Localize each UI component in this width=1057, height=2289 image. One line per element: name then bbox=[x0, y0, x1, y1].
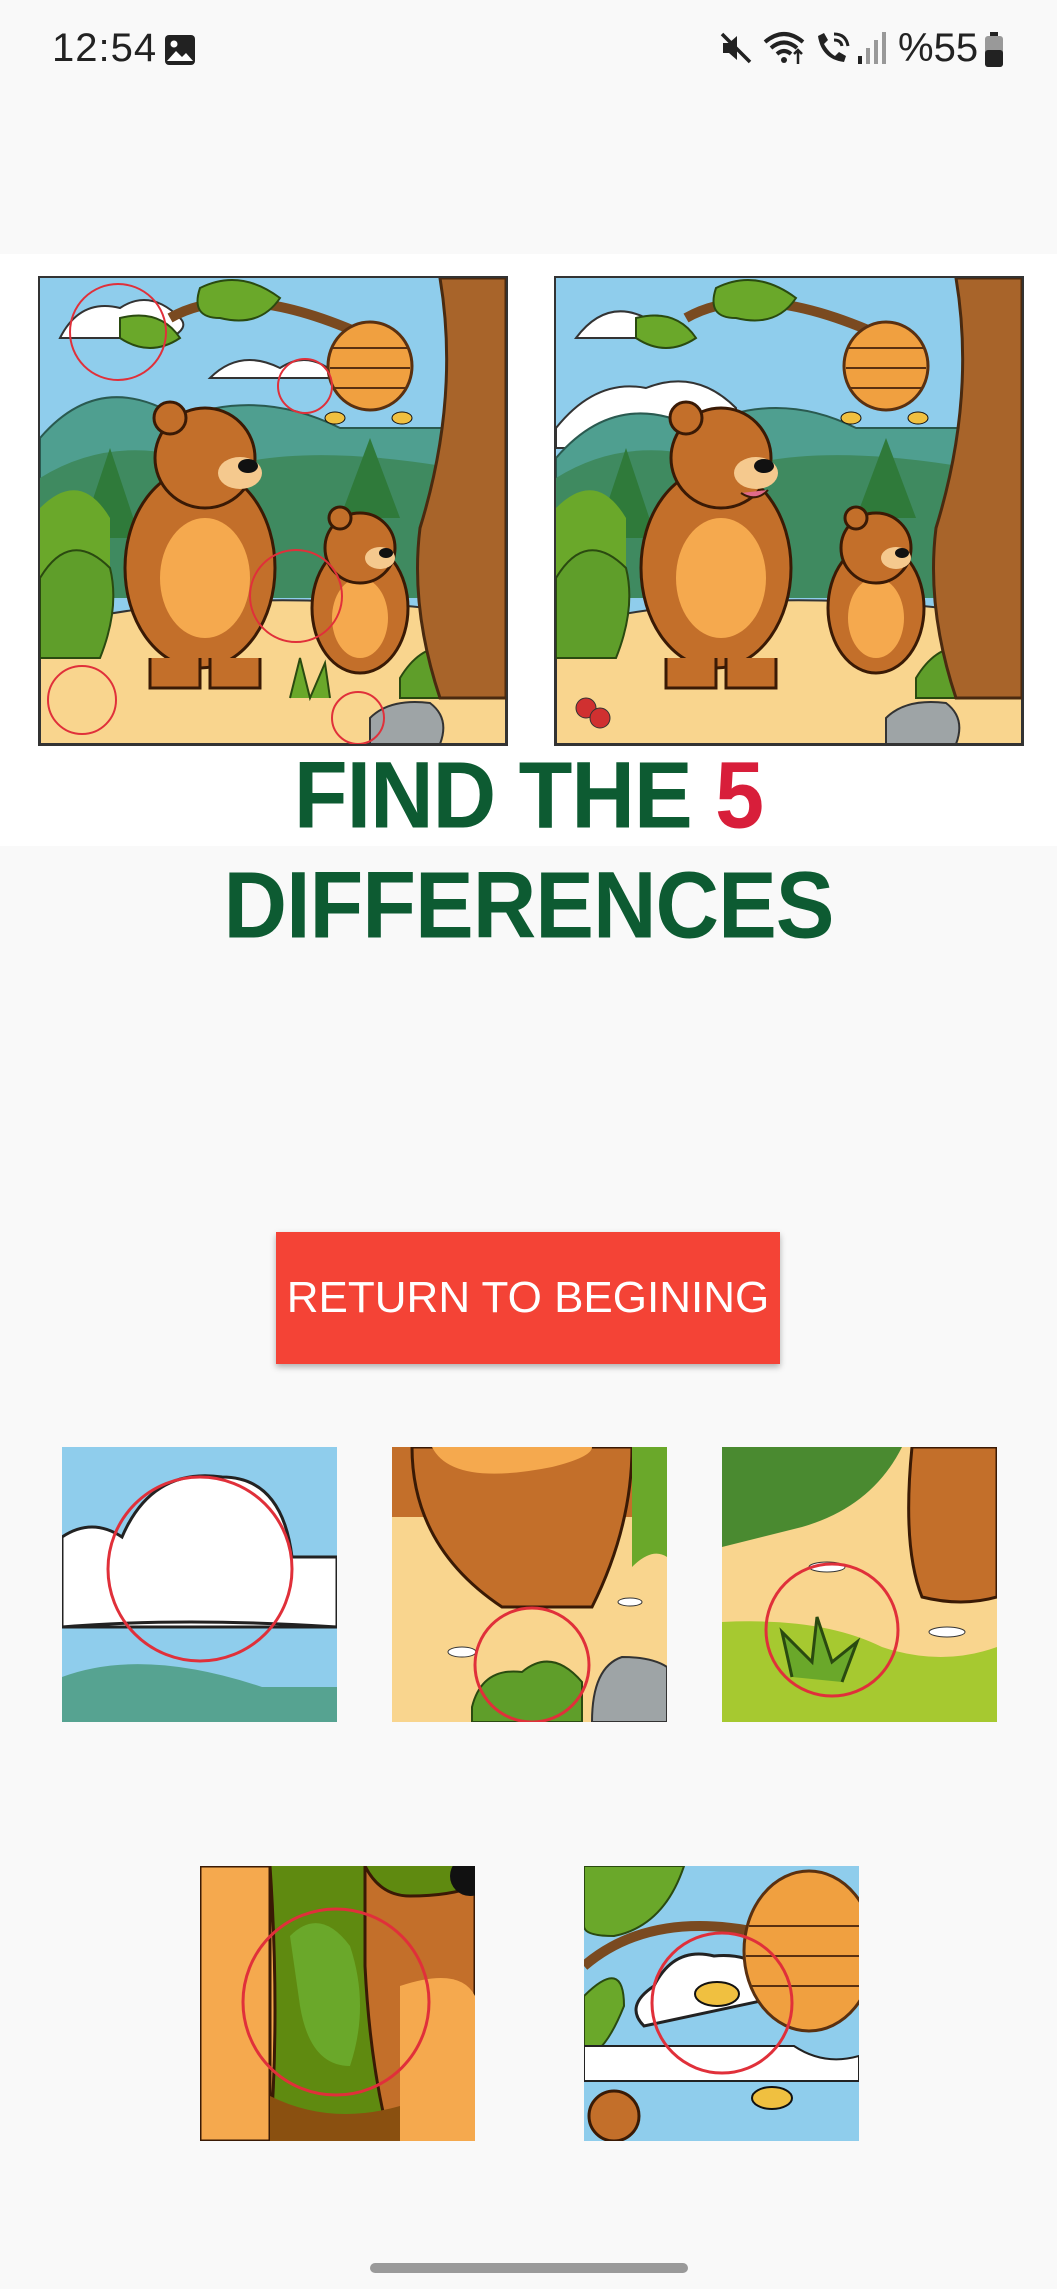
gallery-icon bbox=[165, 35, 195, 65]
return-to-beginning-button[interactable]: RETURN TO BEGINING bbox=[276, 1232, 780, 1364]
wifi-icon bbox=[763, 32, 805, 64]
signal-icon bbox=[858, 32, 886, 64]
title-suffix: DIFFERENCES bbox=[223, 851, 835, 958]
battery-level: %55 bbox=[898, 26, 979, 70]
right-picture[interactable] bbox=[554, 276, 1024, 746]
mute-icon bbox=[720, 32, 752, 64]
difference-thumb-grass[interactable] bbox=[722, 1447, 997, 1722]
battery-icon bbox=[985, 32, 1003, 67]
difference-thumb-cloud[interactable] bbox=[62, 1447, 337, 1722]
left-picture[interactable] bbox=[38, 276, 508, 746]
difference-thumb-bee[interactable] bbox=[584, 1866, 859, 2141]
title-prefix: FIND THE bbox=[293, 740, 716, 848]
wifi-call-icon bbox=[818, 32, 850, 62]
title-number: 5 bbox=[715, 740, 764, 848]
clock: 12:54 bbox=[52, 26, 158, 70]
home-indicator[interactable] bbox=[370, 2263, 688, 2273]
status-bar: 12:54 %55 bbox=[0, 0, 1057, 100]
difference-thumb-bush[interactable] bbox=[392, 1447, 667, 1722]
difference-thumb-arm[interactable] bbox=[200, 1866, 475, 2141]
puzzle-title: FIND THE 5 DIFFERENCES bbox=[0, 740, 1057, 960]
